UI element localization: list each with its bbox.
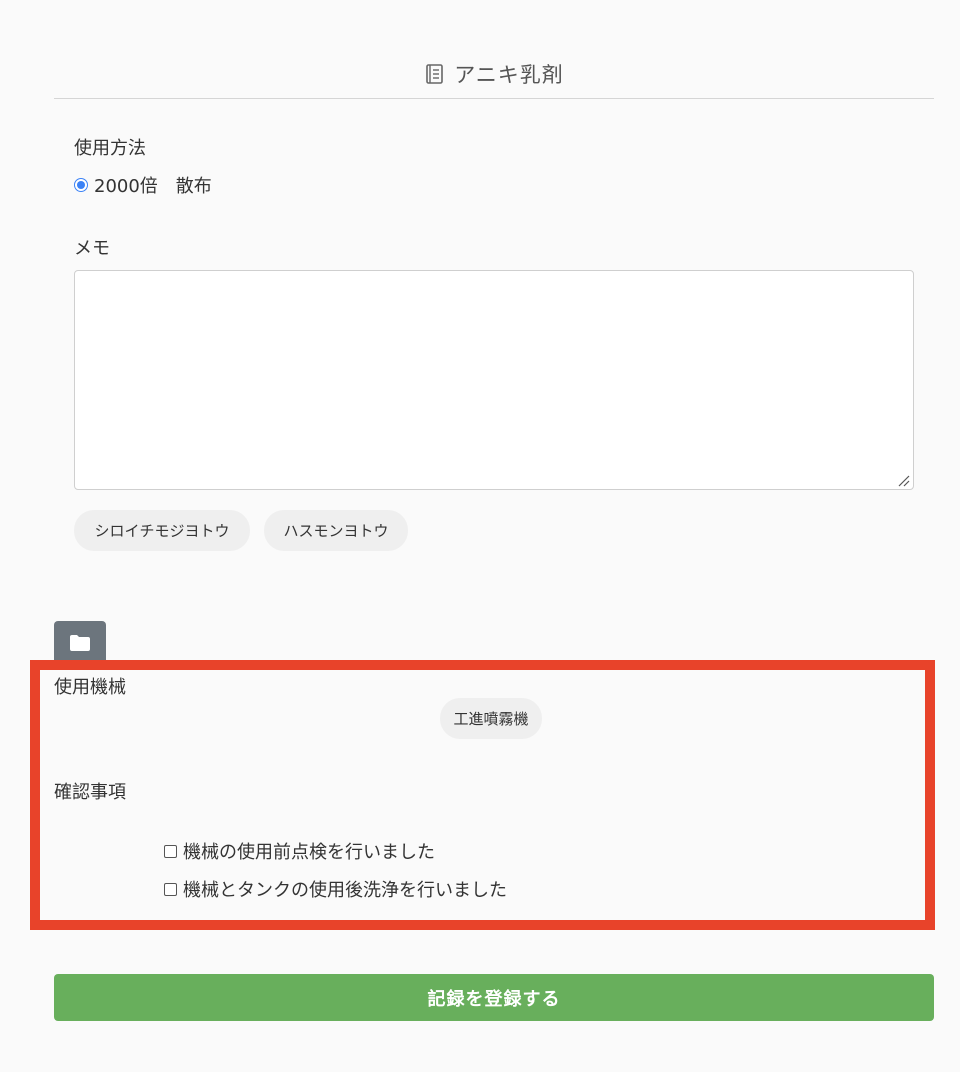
confirm-item[interactable]: 機械とタンクの使用後洗浄を行いました (164, 876, 507, 902)
confirm-checkbox[interactable] (164, 882, 177, 896)
memo-chip[interactable]: ハスモンヨトウ (264, 510, 408, 551)
confirm-item-label: 機械の使用前点検を行いました (183, 842, 435, 863)
memo-label: メモ (74, 238, 110, 259)
confirm-item-label: 機械とタンクの使用後洗浄を行いました (183, 880, 507, 901)
page-title: アニキ乳剤 (454, 63, 564, 87)
machine-chip[interactable]: 工進噴霧機 (440, 698, 542, 739)
usage-option[interactable]: 2000倍 散布 (74, 172, 212, 198)
usage-label: 使用方法 (74, 138, 146, 159)
memo-chip[interactable]: シロイチモジヨトウ (74, 510, 250, 551)
submit-button[interactable]: 記録を登録する (54, 974, 934, 1021)
confirm-checkbox[interactable] (164, 844, 177, 858)
book-icon (424, 63, 446, 85)
confirm-item[interactable]: 機械の使用前点検を行いました (164, 838, 435, 864)
machine-label: 使用機械 (54, 677, 126, 698)
usage-option-label: 2000倍 散布 (94, 176, 212, 197)
page-header: アニキ乳剤 (54, 52, 934, 99)
folder-button[interactable] (54, 621, 106, 669)
confirm-label: 確認事項 (54, 782, 126, 803)
resize-handle-icon[interactable] (896, 472, 910, 487)
folder-icon (69, 634, 91, 656)
memo-textarea[interactable] (74, 270, 914, 490)
usage-radio[interactable] (74, 178, 88, 192)
